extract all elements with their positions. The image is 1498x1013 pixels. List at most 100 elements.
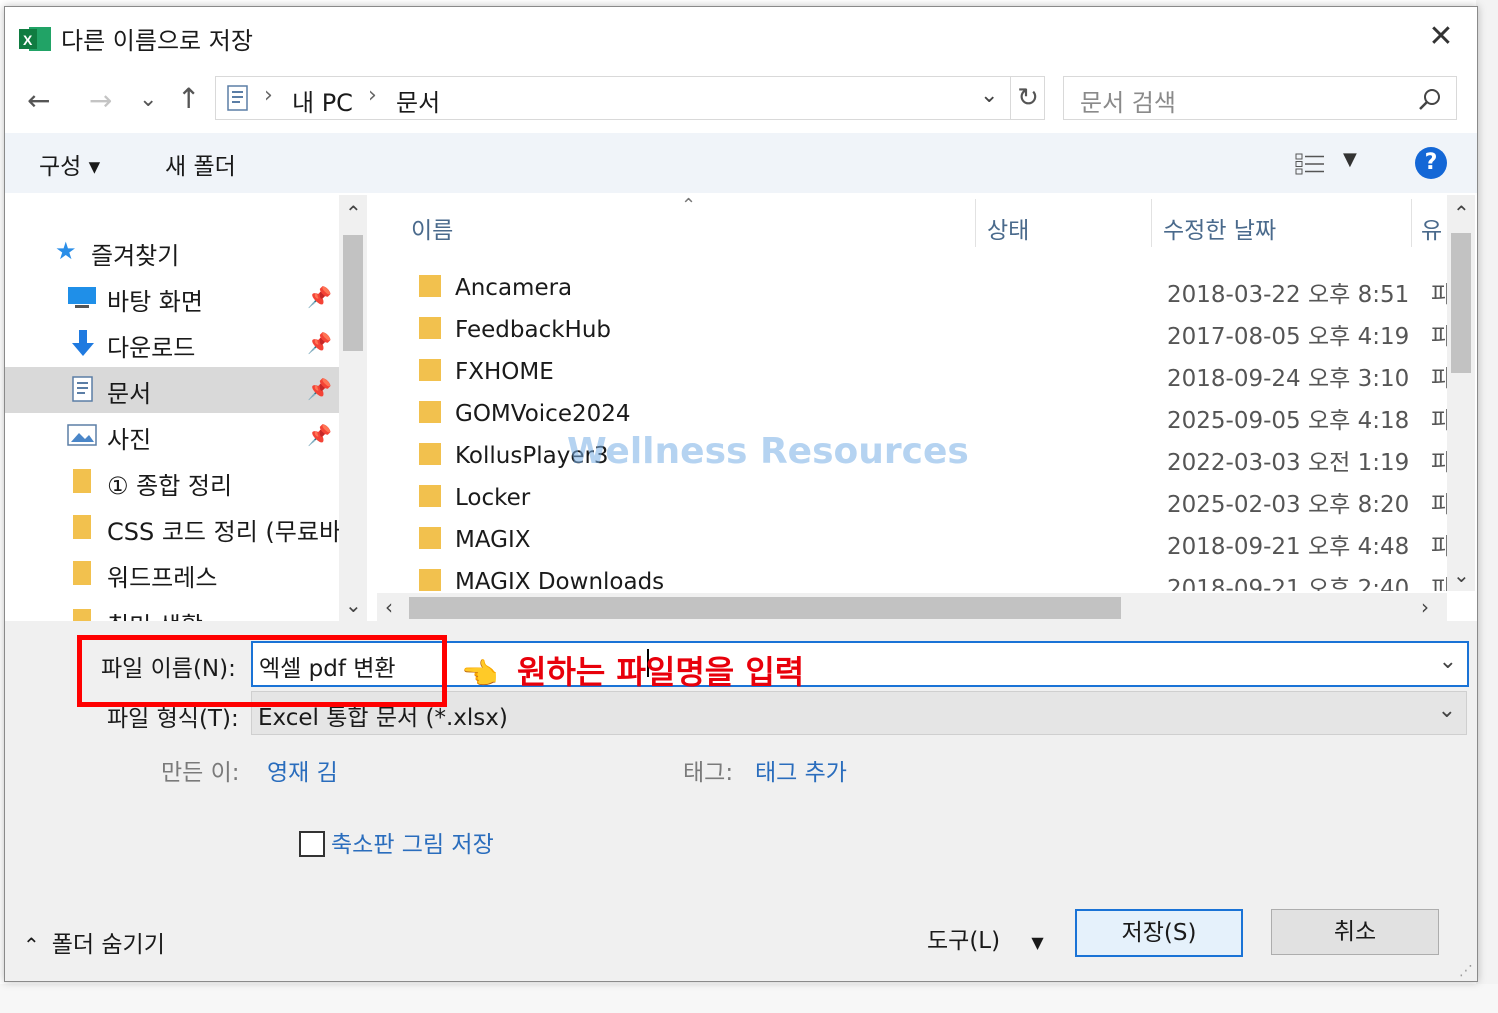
nav-scrollbar[interactable]: ⌃ ⌄	[339, 195, 367, 621]
folder-icon	[419, 317, 441, 339]
hscrollbar-thumb[interactable]	[409, 597, 1121, 619]
file-date: 2018-09-21 오후 2:40	[1167, 576, 1410, 591]
view-dropdown-icon[interactable]: ▼	[1343, 149, 1357, 170]
nav-item-documents[interactable]: 문서 📌	[5, 367, 339, 413]
file-name: GOMVoice2024	[455, 401, 631, 427]
file-row[interactable]: FeedbackHub 2017-08-05 오후 4:19 파	[371, 309, 1451, 351]
back-arrow-icon[interactable]: ←	[27, 87, 50, 115]
pin-icon[interactable]: 📌	[307, 423, 332, 447]
file-row[interactable]: MAGIX Downloads 2018-09-21 오후 2:40 파	[371, 561, 1451, 591]
hide-folders-label: 폴더 숨기기	[51, 932, 165, 958]
column-divider[interactable]	[975, 199, 976, 247]
file-date: 2018-09-24 오후 3:10	[1167, 366, 1410, 392]
folder-icon	[419, 359, 441, 381]
forward-arrow-icon[interactable]: →	[89, 87, 112, 115]
scroll-right-icon[interactable]: ›	[1421, 595, 1429, 619]
file-row[interactable]: FXHOME 2018-09-24 오후 3:10 파	[371, 351, 1451, 393]
search-icon	[1419, 89, 1440, 110]
breadcrumb-documents[interactable]: 문서	[396, 83, 440, 118]
author-value[interactable]: 영재 김	[267, 753, 338, 787]
filetype-dropdown-icon[interactable]: ⌄	[1438, 698, 1456, 723]
close-button[interactable]: ✕	[1423, 21, 1459, 57]
scroll-left-icon[interactable]: ‹	[385, 595, 393, 619]
file-list-scrollbar[interactable]: ⌃ ⌄	[1447, 195, 1475, 591]
chevron-up-icon: ⌃	[23, 933, 40, 957]
nav-favorites[interactable]: ★ 즐겨찾기	[5, 229, 339, 275]
organize-button[interactable]: 구성 ▾	[39, 147, 100, 181]
nav-item-desktop[interactable]: 바탕 화면 📌	[5, 275, 339, 321]
star-icon: ★	[55, 237, 77, 265]
recent-dropdown-icon[interactable]: ⌄	[139, 89, 157, 111]
sort-ascending-icon: ⌃	[681, 195, 697, 216]
new-folder-button[interactable]: 새 폴더	[165, 147, 236, 181]
tools-label: 도구(L)	[927, 928, 1001, 954]
file-row[interactable]: GOMVoice2024 2025-09-05 오후 4:18 파	[371, 393, 1451, 435]
help-button[interactable]: ?	[1415, 147, 1447, 179]
column-header-status[interactable]: 상태	[987, 211, 1029, 245]
tags-value[interactable]: 태그 추가	[755, 753, 847, 787]
file-row[interactable]: MAGIX 2018-09-21 오후 4:48 파	[371, 519, 1451, 561]
address-bar[interactable]: › 내 PC › 문서 ⌄ ↻	[215, 76, 1045, 120]
author-label: 만든 이:	[161, 760, 240, 786]
file-list-scrollbar-thumb[interactable]	[1451, 233, 1471, 373]
up-arrow-icon[interactable]: ↑	[177, 85, 200, 113]
scroll-up-icon[interactable]: ⌃	[1453, 201, 1470, 225]
file-row[interactable]: Ancamera 2018-03-22 오후 8:51 파	[371, 267, 1451, 309]
nav-item-folder[interactable]: CSS 코드 정리 (무료바	[5, 505, 339, 551]
folder-icon	[419, 485, 441, 507]
column-divider[interactable]	[1151, 199, 1152, 247]
file-list: 이름 ⌃ 상태 수정한 날짜 유 Ancamera 2018-03-22 오후 …	[371, 195, 1451, 591]
filename-dropdown-icon[interactable]: ⌄	[1439, 649, 1457, 674]
breadcrumb-my-pc[interactable]: 내 PC	[292, 83, 353, 118]
nav-item-label: 바탕 화면	[107, 288, 203, 316]
file-list-hscrollbar[interactable]: ‹ ›	[377, 593, 1447, 623]
nav-item-downloads[interactable]: 다운로드 📌	[5, 321, 339, 367]
column-header-name[interactable]: 이름	[411, 211, 453, 245]
search-box[interactable]: 문서 검색	[1063, 76, 1457, 120]
file-date: 2017-08-05 오후 4:19	[1167, 324, 1410, 350]
highlight-box	[77, 635, 447, 707]
thumbnail-checkbox[interactable]	[299, 831, 325, 857]
nav-favorites-label: 즐겨찾기	[91, 242, 180, 270]
nav-item-folder[interactable]: 워드프레스	[5, 551, 339, 597]
column-header-modified[interactable]: 수정한 날짜	[1163, 211, 1276, 245]
nav-scrollbar-thumb[interactable]	[343, 235, 363, 351]
save-as-dialog: X 다른 이름으로 저장 ✕ ← → ⌄ ↑ › 내 PC › 문서 ⌄ ↻ 문…	[4, 6, 1478, 982]
save-button[interactable]: 저장(S)	[1075, 909, 1243, 957]
nav-item-label: ① 종합 정리	[107, 472, 233, 500]
caret-down-icon: ▼	[1031, 933, 1044, 952]
file-name: Ancamera	[455, 275, 573, 301]
tools-menu[interactable]: 도구(L) ▼	[927, 921, 1044, 955]
column-header-type[interactable]: 유	[1421, 211, 1442, 245]
pointing-hand-icon: 👈	[461, 657, 499, 692]
file-row[interactable]: Locker 2025-02-03 오후 8:20 파	[371, 477, 1451, 519]
thumbnail-label[interactable]: 축소판 그림 저장	[331, 825, 494, 859]
pin-icon[interactable]: 📌	[307, 285, 332, 309]
scroll-down-icon[interactable]: ⌄	[345, 593, 362, 617]
breadcrumb-separator: ›	[368, 83, 377, 108]
folder-icon	[419, 527, 441, 549]
file-date: 2022-03-03 오전 1:19	[1167, 450, 1410, 476]
address-dropdown-icon[interactable]: ⌄	[980, 83, 998, 108]
file-name: Locker	[455, 485, 531, 511]
column-divider[interactable]	[1411, 199, 1412, 247]
title-bar: X 다른 이름으로 저장 ✕	[5, 7, 1477, 65]
hide-folders-toggle[interactable]: ⌃ 폴더 숨기기	[23, 925, 165, 959]
file-name: FeedbackHub	[455, 317, 612, 343]
folder-icon	[73, 515, 91, 539]
nav-item-folder[interactable]: 취미 생활	[5, 599, 339, 621]
refresh-icon[interactable]: ↻	[1010, 77, 1045, 119]
view-details-icon[interactable]	[1295, 153, 1325, 175]
folder-icon	[419, 443, 441, 465]
pin-icon[interactable]: 📌	[307, 377, 332, 401]
pin-icon[interactable]: 📌	[307, 331, 332, 355]
resize-grip-icon[interactable]: ⋰	[1459, 963, 1473, 979]
scroll-up-icon[interactable]: ⌃	[345, 201, 362, 225]
file-date: 2018-09-21 오후 4:48	[1167, 534, 1410, 560]
search-input[interactable]: 문서 검색	[1080, 83, 1176, 118]
nav-item-pictures[interactable]: 사진 📌	[5, 413, 339, 459]
documents-icon	[227, 85, 248, 111]
cancel-button[interactable]: 취소	[1271, 909, 1439, 955]
nav-item-folder[interactable]: ① 종합 정리	[5, 459, 339, 505]
scroll-down-icon[interactable]: ⌄	[1453, 563, 1470, 587]
